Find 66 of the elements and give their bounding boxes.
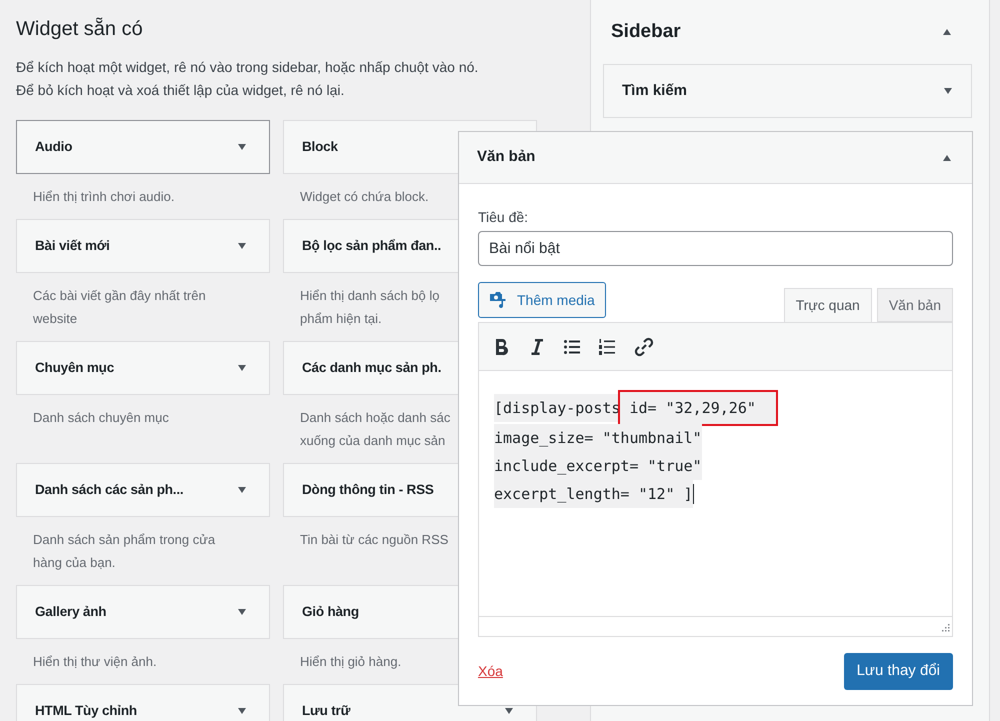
- widget-description: Danh sách hoặc danh sác: [300, 409, 450, 427]
- expand-caret-icon[interactable]: [943, 87, 953, 95]
- expand-caret-icon[interactable]: [237, 242, 247, 250]
- bold-icon[interactable]: [493, 336, 511, 356]
- widget-description: Hiển thị trình chơi audio.: [33, 188, 174, 206]
- expand-caret-icon[interactable]: [237, 143, 247, 151]
- widget-description: Hiển thị thư viện ảnh.: [33, 653, 157, 671]
- link-icon[interactable]: [633, 336, 655, 358]
- sidebar-widget[interactable]: Tìm kiếm: [603, 64, 972, 118]
- expand-caret-icon[interactable]: [237, 364, 247, 372]
- widget-name: Tìm kiếm: [622, 80, 688, 101]
- widget-name: Danh sách các sản ph...: [35, 482, 184, 498]
- widget-description: Widget có chứa block.: [300, 188, 429, 206]
- widget-name: Block: [302, 139, 338, 155]
- widget-name: Giỏ hàng: [302, 604, 359, 620]
- collapse-caret-icon[interactable]: [942, 28, 952, 36]
- add-media-button[interactable]: Thêm media: [478, 282, 606, 318]
- widget-name: Các danh mục sản ph.: [302, 360, 442, 376]
- widget-description: Hiển thị giỏ hàng.: [300, 653, 402, 671]
- title-field[interactable]: Bài nổi bật: [478, 231, 953, 266]
- numbered-list-icon[interactable]: [598, 338, 616, 356]
- widget-description: phẩm hiện tại.: [300, 310, 382, 328]
- widget-name: Chuyên mục: [35, 360, 114, 376]
- widget-item[interactable]: HTML Tùy chỉnh: [16, 684, 270, 721]
- delete-link[interactable]: Xóa: [478, 661, 503, 682]
- expand-caret-icon[interactable]: [237, 608, 247, 616]
- expand-caret-icon[interactable]: [237, 707, 247, 715]
- widget-description: Tin bài từ các nguồn RSS: [300, 531, 448, 549]
- widget-description: Các bài viết gần đây nhất trên: [33, 287, 206, 305]
- code-text: [display-posts: [494, 394, 620, 422]
- widget-name: Gallery ảnh: [35, 604, 106, 620]
- widget-description: website: [33, 310, 78, 328]
- widget-description: Danh sách sản phẩm trong cửa: [33, 531, 216, 549]
- widget-description: xuống của danh mục sản: [300, 432, 446, 450]
- expand-caret-icon[interactable]: [237, 486, 247, 494]
- widget-description: hàng của bạn.: [33, 554, 116, 572]
- widget-item[interactable]: Audio: [16, 120, 270, 174]
- widget-item[interactable]: Chuyên mục: [16, 341, 270, 395]
- widget-item[interactable]: Gallery ảnh: [16, 585, 270, 639]
- resize-handle-icon[interactable]: [940, 624, 950, 634]
- editor-area[interactable]: [display-posts id= "32,29,26" image_size= "thumbnail" include_excerpt= "true" excerpt_length= "12" ]: [478, 322, 953, 637]
- widget-description: Danh sách chuyên mục: [33, 409, 169, 427]
- save-button[interactable]: Lưu thay đổi: [844, 653, 953, 690]
- code-text: include_excerpt= "true": [494, 452, 702, 480]
- code-text: image_size= "thumbnail": [494, 424, 702, 452]
- sidebar-title: Sidebar: [611, 20, 681, 44]
- text-cursor: [692, 484, 694, 504]
- section-title: Widget sẵn có: [16, 16, 144, 42]
- widget-name: Bài viết mới: [35, 238, 110, 254]
- widget-title: Văn bản: [477, 147, 536, 168]
- intro-text: Để kích hoạt một widget, rê nó vào trong sidebar, hoặc nhấp chuột vào nó.: [16, 58, 480, 77]
- code-text: excerpt_length= "12" ]: [494, 480, 693, 508]
- bulleted-list-icon[interactable]: [563, 338, 581, 356]
- highlighted-code: id= "32,29,26": [620, 392, 776, 424]
- widget-name: Dòng thông tin - RSS: [302, 482, 434, 498]
- widget-name: HTML Tùy chỉnh: [35, 703, 137, 719]
- editor-tab[interactable]: Văn bản: [876, 288, 953, 322]
- collapse-caret-icon[interactable]: [942, 154, 952, 162]
- widget-item[interactable]: Danh sách các sản ph...: [16, 463, 270, 517]
- widget-name: Bộ lọc sản phẩm đan..: [302, 238, 442, 254]
- widget-description: Hiển thị danh sách bộ lọ: [300, 287, 440, 305]
- intro-text: Để bỏ kích hoạt và xoá thiết lập của widget, rê nó lại.: [16, 81, 346, 100]
- widget-name: Lưu trữ: [302, 703, 350, 719]
- editor-tab[interactable]: Trực quan: [784, 288, 872, 323]
- widget-item[interactable]: Bài viết mới: [16, 219, 270, 273]
- widget-name: Audio: [35, 139, 72, 155]
